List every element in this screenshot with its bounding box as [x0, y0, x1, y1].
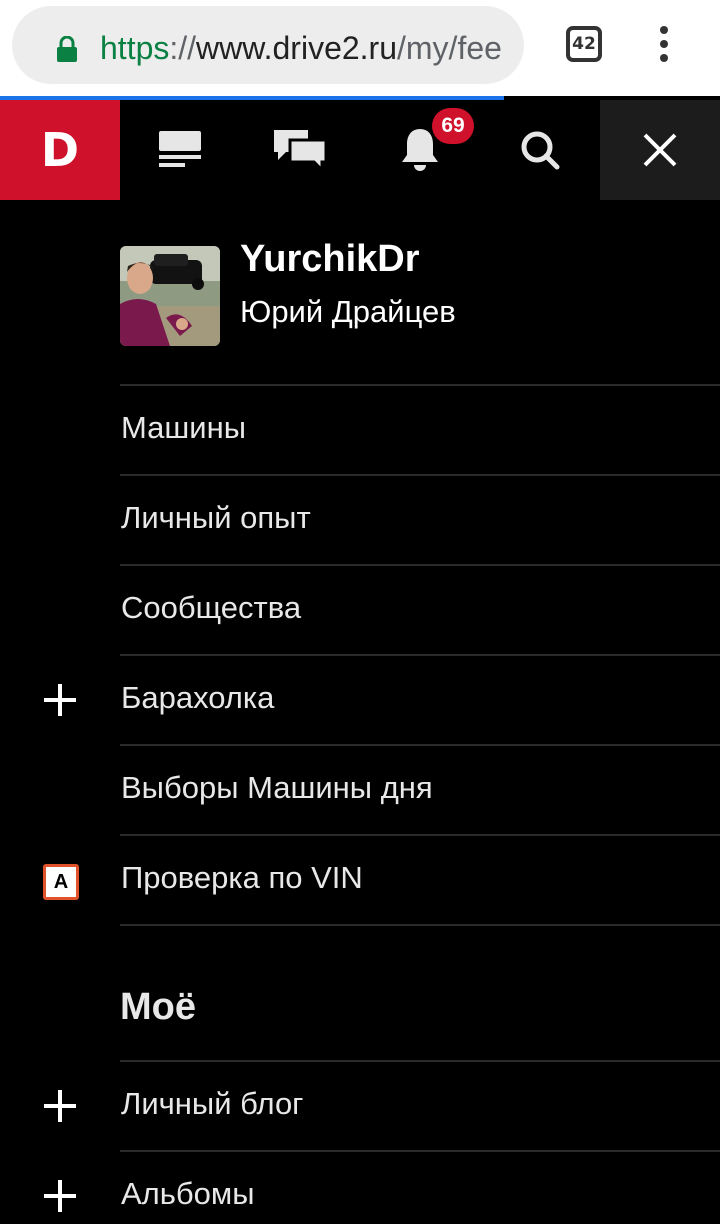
- plus-icon[interactable]: [44, 1090, 76, 1122]
- menu-item-label: Сообщества: [121, 590, 302, 625]
- menu-item-label: Личный опыт: [121, 500, 311, 535]
- tab-switcher-button[interactable]: 42: [566, 26, 602, 62]
- divider: [120, 474, 720, 476]
- divider: [120, 924, 720, 926]
- vin-icon: A: [43, 864, 79, 900]
- divider: [120, 1150, 720, 1152]
- divider: [120, 744, 720, 746]
- site-navbar: D 69: [0, 100, 720, 200]
- menu-item-label: Барахолка: [121, 680, 275, 715]
- drive2-logo[interactable]: D: [0, 100, 120, 200]
- browser-menu-icon[interactable]: [650, 24, 678, 64]
- menu-item-cars[interactable]: Машины: [0, 384, 720, 474]
- menu-item-label: Машины: [121, 410, 246, 445]
- divider: [120, 834, 720, 836]
- profile-full-name: Юрий Драйцев: [240, 294, 456, 329]
- menu-item-personal-blog[interactable]: Личный блог: [0, 1060, 720, 1150]
- menu-item-label: Альбомы: [121, 1176, 255, 1211]
- address-bar[interactable]: https://www.drive2.ru/my/fee: [12, 6, 524, 84]
- search-icon[interactable]: [480, 100, 600, 200]
- section-title-my: Моё: [120, 986, 196, 1028]
- divider: [120, 384, 720, 386]
- messages-icon[interactable]: [240, 100, 360, 200]
- url-text: https://www.drive2.ru/my/fee: [100, 28, 502, 68]
- menu-item-car-of-the-day[interactable]: Выборы Машины дня: [0, 744, 720, 834]
- menu-item-albums[interactable]: Альбомы: [0, 1150, 720, 1224]
- close-icon: [643, 133, 677, 167]
- notifications-badge: 69: [432, 108, 474, 144]
- section-divider: [0, 924, 720, 926]
- url-host: www.drive2.ru: [196, 30, 397, 66]
- close-menu-button[interactable]: [600, 100, 720, 200]
- menu-item-communities[interactable]: Сообщества: [0, 564, 720, 654]
- menu-item-label: Личный блог: [121, 1086, 304, 1121]
- menu-item-label: Выборы Машины дня: [121, 770, 433, 805]
- lock-icon: [57, 36, 77, 62]
- url-scheme: https: [100, 30, 170, 66]
- menu-item-label: Проверка по VIN: [121, 860, 363, 895]
- divider: [120, 1060, 720, 1062]
- menu-item-vin-check[interactable]: A Проверка по VIN: [0, 834, 720, 924]
- url-path: /my/fee: [397, 30, 502, 66]
- profile-username[interactable]: YurchikDr: [240, 236, 420, 282]
- feed-icon[interactable]: [120, 100, 240, 200]
- browser-toolbar: https://www.drive2.ru/my/fee 42: [0, 0, 720, 96]
- url-separator: ://: [169, 30, 197, 66]
- avatar[interactable]: [120, 246, 220, 346]
- divider: [120, 654, 720, 656]
- divider: [120, 564, 720, 566]
- menu-item-marketplace[interactable]: Барахолка: [0, 654, 720, 744]
- plus-icon[interactable]: [44, 1180, 76, 1212]
- plus-icon[interactable]: [44, 684, 76, 716]
- menu-item-experience[interactable]: Личный опыт: [0, 474, 720, 564]
